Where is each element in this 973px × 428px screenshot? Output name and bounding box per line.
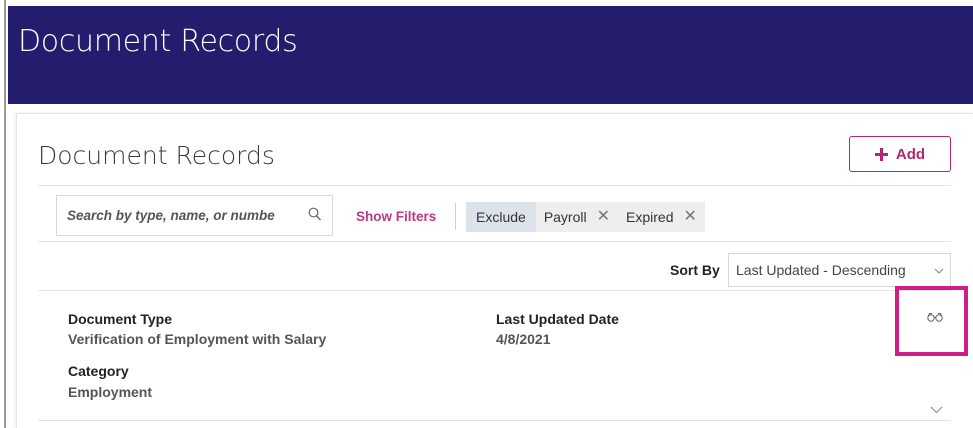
last-updated-value: 4/8/2021 <box>496 331 551 347</box>
sort-by-label: Sort By <box>670 262 720 278</box>
filter-chip-label: Expired <box>626 209 674 225</box>
filter-separator <box>455 203 456 230</box>
search-box[interactable] <box>56 195 333 236</box>
filter-chip-expired[interactable]: Expired ✕ <box>618 202 705 232</box>
filter-chip-payroll[interactable]: Payroll ✕ <box>535 202 619 232</box>
sort-select[interactable]: Last Updated - Descending <box>728 253 951 287</box>
close-icon[interactable]: ✕ <box>683 209 696 225</box>
view-action-highlight <box>895 286 968 356</box>
sort-selected-value: Last Updated - Descending <box>736 262 906 278</box>
exclude-label: Exclude <box>466 202 536 232</box>
active-filter-chips: Exclude Payroll ✕ Expired ✕ <box>466 202 705 232</box>
add-button-label: Add <box>895 145 926 163</box>
record-divider <box>38 420 951 421</box>
close-icon[interactable]: ✕ <box>597 209 610 225</box>
page-header-banner: Document Records <box>8 6 973 104</box>
document-records-card: Document Records Add Show Filters Exclud… <box>16 113 973 428</box>
document-type-value: Verification of Employment with Salary <box>68 331 327 347</box>
page-title: Document Records <box>18 24 298 59</box>
category-value: Employment <box>68 384 153 400</box>
list-divider <box>38 290 951 291</box>
search-icon[interactable] <box>308 207 322 223</box>
document-type-label: Document Type <box>68 311 172 327</box>
toolbar-divider <box>38 241 951 242</box>
filter-chip-label: Payroll <box>543 209 587 225</box>
category-label: Category <box>68 363 129 379</box>
window-edge <box>0 0 6 428</box>
chevron-down-icon <box>934 268 944 274</box>
last-updated-label: Last Updated Date <box>496 311 619 327</box>
plus-icon <box>874 147 888 161</box>
card-title: Document Records <box>38 141 275 170</box>
chevron-down-icon[interactable] <box>930 406 943 414</box>
show-filters-link[interactable]: Show Filters <box>356 209 436 224</box>
glasses-icon[interactable] <box>927 312 943 322</box>
search-input[interactable] <box>67 208 302 223</box>
add-button[interactable]: Add <box>849 136 951 172</box>
header-divider <box>38 185 951 186</box>
